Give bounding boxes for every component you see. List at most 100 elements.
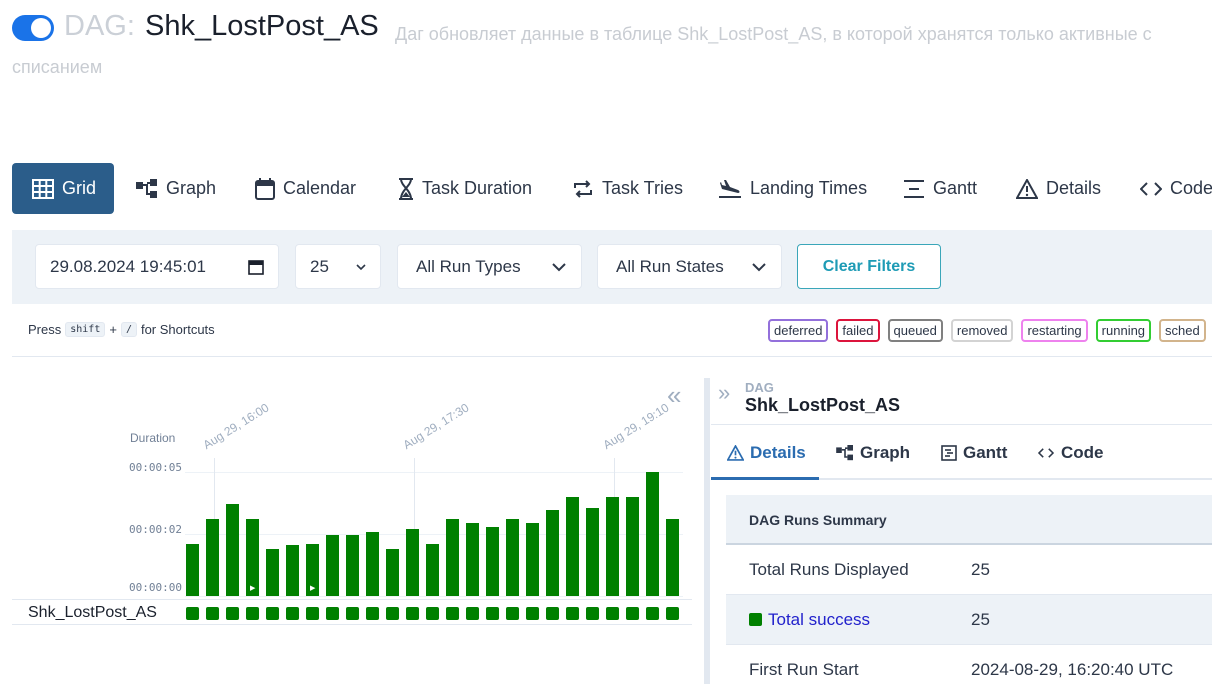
tab-task-duration[interactable]: Task Duration (398, 163, 532, 214)
tab-code[interactable]: Code (1140, 163, 1212, 214)
task-instance-square[interactable] (346, 607, 359, 620)
tab-landing-times[interactable]: Landing Times (718, 163, 867, 214)
task-instance-square[interactable] (426, 607, 439, 620)
run-duration-bar[interactable] (226, 504, 239, 596)
tab-label: Graph (166, 178, 217, 198)
tab-grid[interactable]: Grid (12, 163, 115, 214)
run-duration-bar[interactable] (406, 529, 419, 596)
tab-code[interactable]: Code (1037, 443, 1104, 463)
run-duration-bar[interactable] (466, 523, 479, 596)
task-instance-square[interactable] (626, 607, 639, 620)
tab-label: Calendar (283, 178, 357, 198)
dag-title: Shk_LostPost_AS (145, 10, 379, 42)
task-instance-square[interactable] (526, 607, 539, 620)
tab-task-tries[interactable]: Task Tries (572, 163, 683, 214)
legend-badge-queued[interactable]: queued (887, 319, 943, 342)
run-duration-bar[interactable] (646, 472, 659, 596)
tab-label: Task Tries (602, 178, 684, 198)
code-icon (1037, 448, 1055, 458)
tab-graph[interactable]: Graph (136, 163, 216, 214)
num-runs-select[interactable]: 25 (295, 244, 381, 289)
task-instance-square[interactable] (506, 607, 519, 620)
run-duration-bar[interactable] (586, 508, 599, 596)
expand-panel-icon[interactable]: » (718, 380, 730, 406)
run-duration-bar[interactable] (566, 497, 579, 596)
task-instance-square[interactable] (406, 607, 419, 620)
run-duration-bar[interactable] (626, 497, 639, 596)
run-duration-bar[interactable] (526, 523, 539, 596)
task-instance-square[interactable] (206, 607, 219, 620)
summary-title: DAG Runs Summary (749, 512, 887, 528)
dag-header: Даг обновляет данные в таблице Shk_LostP… (12, 8, 1212, 78)
task-instance-square[interactable] (586, 607, 599, 620)
tab-gantt[interactable]: Gantt (941, 443, 1007, 463)
task-instance-square[interactable] (466, 607, 479, 620)
task-instance-square[interactable] (226, 607, 239, 620)
run-duration-bar[interactable] (366, 532, 379, 596)
task-instance-square[interactable] (486, 607, 499, 620)
total-success-link[interactable]: Total success (768, 610, 870, 629)
task-instance-square[interactable] (386, 607, 399, 620)
panel-resize-handle[interactable] (704, 378, 710, 684)
run-types-select[interactable]: All Run Types (397, 244, 582, 289)
run-duration-bar[interactable] (286, 545, 299, 596)
summary-value: 25 (971, 610, 990, 629)
task-instance-square[interactable] (246, 607, 259, 620)
task-row[interactable]: Shk_LostPost_AS (12, 599, 692, 625)
dag-runs-summary-table: DAG Runs Summary Total Runs Displayed 25… (726, 495, 1212, 684)
run-duration-bar[interactable] (346, 535, 359, 596)
task-instance-square[interactable] (446, 607, 459, 620)
run-types-value: All Run Types (416, 256, 521, 276)
warning-triangle-icon (727, 445, 744, 461)
run-duration-bar[interactable] (186, 544, 199, 596)
clear-filters-button[interactable]: Clear Filters (797, 244, 941, 289)
run-duration-bar[interactable] (506, 519, 519, 596)
run-duration-bar[interactable] (206, 519, 219, 596)
task-instance-square[interactable] (326, 607, 339, 620)
base-date-input[interactable]: 29.08.2024 19:45:01 (35, 244, 279, 289)
task-instance-square[interactable] (286, 607, 299, 620)
legend-badge-restarting[interactable]: restarting (1021, 319, 1088, 342)
collapse-grid-icon[interactable]: « (667, 380, 681, 411)
plane-landing-icon (719, 179, 741, 198)
task-instance-square[interactable] (306, 607, 319, 620)
tab-gantt[interactable]: Gantt (903, 163, 977, 214)
run-duration-bar[interactable] (326, 535, 339, 596)
run-duration-bar[interactable] (426, 544, 439, 596)
run-duration-bar[interactable] (266, 549, 279, 596)
task-instance-square[interactable] (606, 607, 619, 620)
task-instance-square[interactable] (666, 607, 679, 620)
tab-details[interactable]: Details (727, 443, 806, 463)
run-duration-bar[interactable] (386, 549, 399, 596)
tab-label: Grid (62, 178, 97, 198)
run-duration-bar[interactable] (606, 497, 619, 596)
task-name[interactable]: Shk_LostPost_AS (28, 604, 157, 622)
warning-triangle-icon (1016, 178, 1038, 199)
run-states-select[interactable]: All Run States (597, 244, 782, 289)
task-instance-square[interactable] (546, 607, 559, 620)
legend-badge-failed[interactable]: failed (836, 319, 880, 342)
run-duration-bar[interactable] (666, 519, 679, 596)
tab-calendar[interactable]: Calendar (255, 163, 356, 214)
legend-badge-removed[interactable]: removed (950, 319, 1014, 342)
breadcrumb-dag-name[interactable]: Shk_LostPost_AS (745, 395, 900, 416)
calendar-icon[interactable] (248, 259, 264, 275)
shortcut-key-slash: / (120, 322, 137, 337)
legend-badge-running[interactable]: running (1095, 319, 1152, 342)
tab-label: Gantt (933, 178, 978, 198)
task-instance-square[interactable] (366, 607, 379, 620)
task-instance-square[interactable] (266, 607, 279, 620)
date-marker-label: Aug 29, 19:10 (600, 400, 672, 452)
tab-graph[interactable]: Graph (836, 443, 910, 463)
task-instance-square[interactable] (646, 607, 659, 620)
run-duration-bar[interactable] (486, 527, 499, 596)
task-instance-square[interactable] (566, 607, 579, 620)
legend-badge-sched[interactable]: sched (1159, 319, 1206, 342)
run-duration-bar[interactable] (446, 519, 459, 596)
num-runs-value: 25 (310, 256, 329, 276)
run-duration-bar[interactable] (546, 510, 559, 596)
run-states-value: All Run States (616, 256, 724, 276)
task-instance-square[interactable] (186, 607, 199, 620)
legend-badge-deferred[interactable]: deferred (768, 319, 829, 342)
tab-details[interactable]: Details (1016, 163, 1101, 214)
